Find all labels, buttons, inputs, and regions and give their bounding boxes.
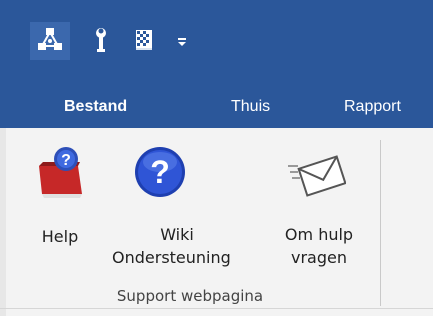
tab-thuis[interactable]: Thuis	[231, 83, 270, 128]
help-book-icon: ?	[39, 147, 82, 198]
wiki-label-line1: Wiki	[160, 225, 194, 244]
tab-bestand[interactable]: Bestand	[64, 83, 127, 128]
svg-text:?: ?	[61, 152, 71, 169]
network-icon	[38, 28, 62, 50]
group-label: Support webpagina	[116, 287, 264, 305]
question-circle-icon: ?	[135, 147, 185, 197]
ribbon-tabs: Bestand Thuis Rapport	[0, 83, 433, 128]
tab-rapport[interactable]: Rapport	[344, 83, 401, 128]
grid-icon	[136, 30, 152, 50]
wiki-label-line2: Ondersteuning	[112, 248, 231, 267]
ask-help-label-line2: vragen	[291, 248, 347, 267]
qat-customize-button[interactable]	[172, 22, 192, 60]
group-separator	[380, 140, 381, 306]
svg-text:?: ?	[150, 154, 170, 190]
qat-grid-button[interactable]	[128, 22, 160, 60]
dropdown-arrow-icon	[178, 38, 186, 46]
help-button[interactable]: ? Help	[34, 144, 104, 274]
ask-help-button[interactable]: Om hulp vragen	[272, 144, 372, 274]
wiki-support-button[interactable]: ? Wiki Ondersteuning	[112, 144, 272, 274]
help-label: Help	[41, 227, 79, 246]
ask-help-label-line1: Om hulp	[284, 225, 354, 244]
title-bar	[0, 0, 433, 83]
qat-settings-button[interactable]	[88, 22, 118, 60]
envelope-icon	[288, 155, 346, 197]
wrench-icon	[96, 28, 106, 52]
ribbon-bottom-border	[0, 308, 433, 309]
qat-network-button[interactable]	[30, 22, 70, 60]
